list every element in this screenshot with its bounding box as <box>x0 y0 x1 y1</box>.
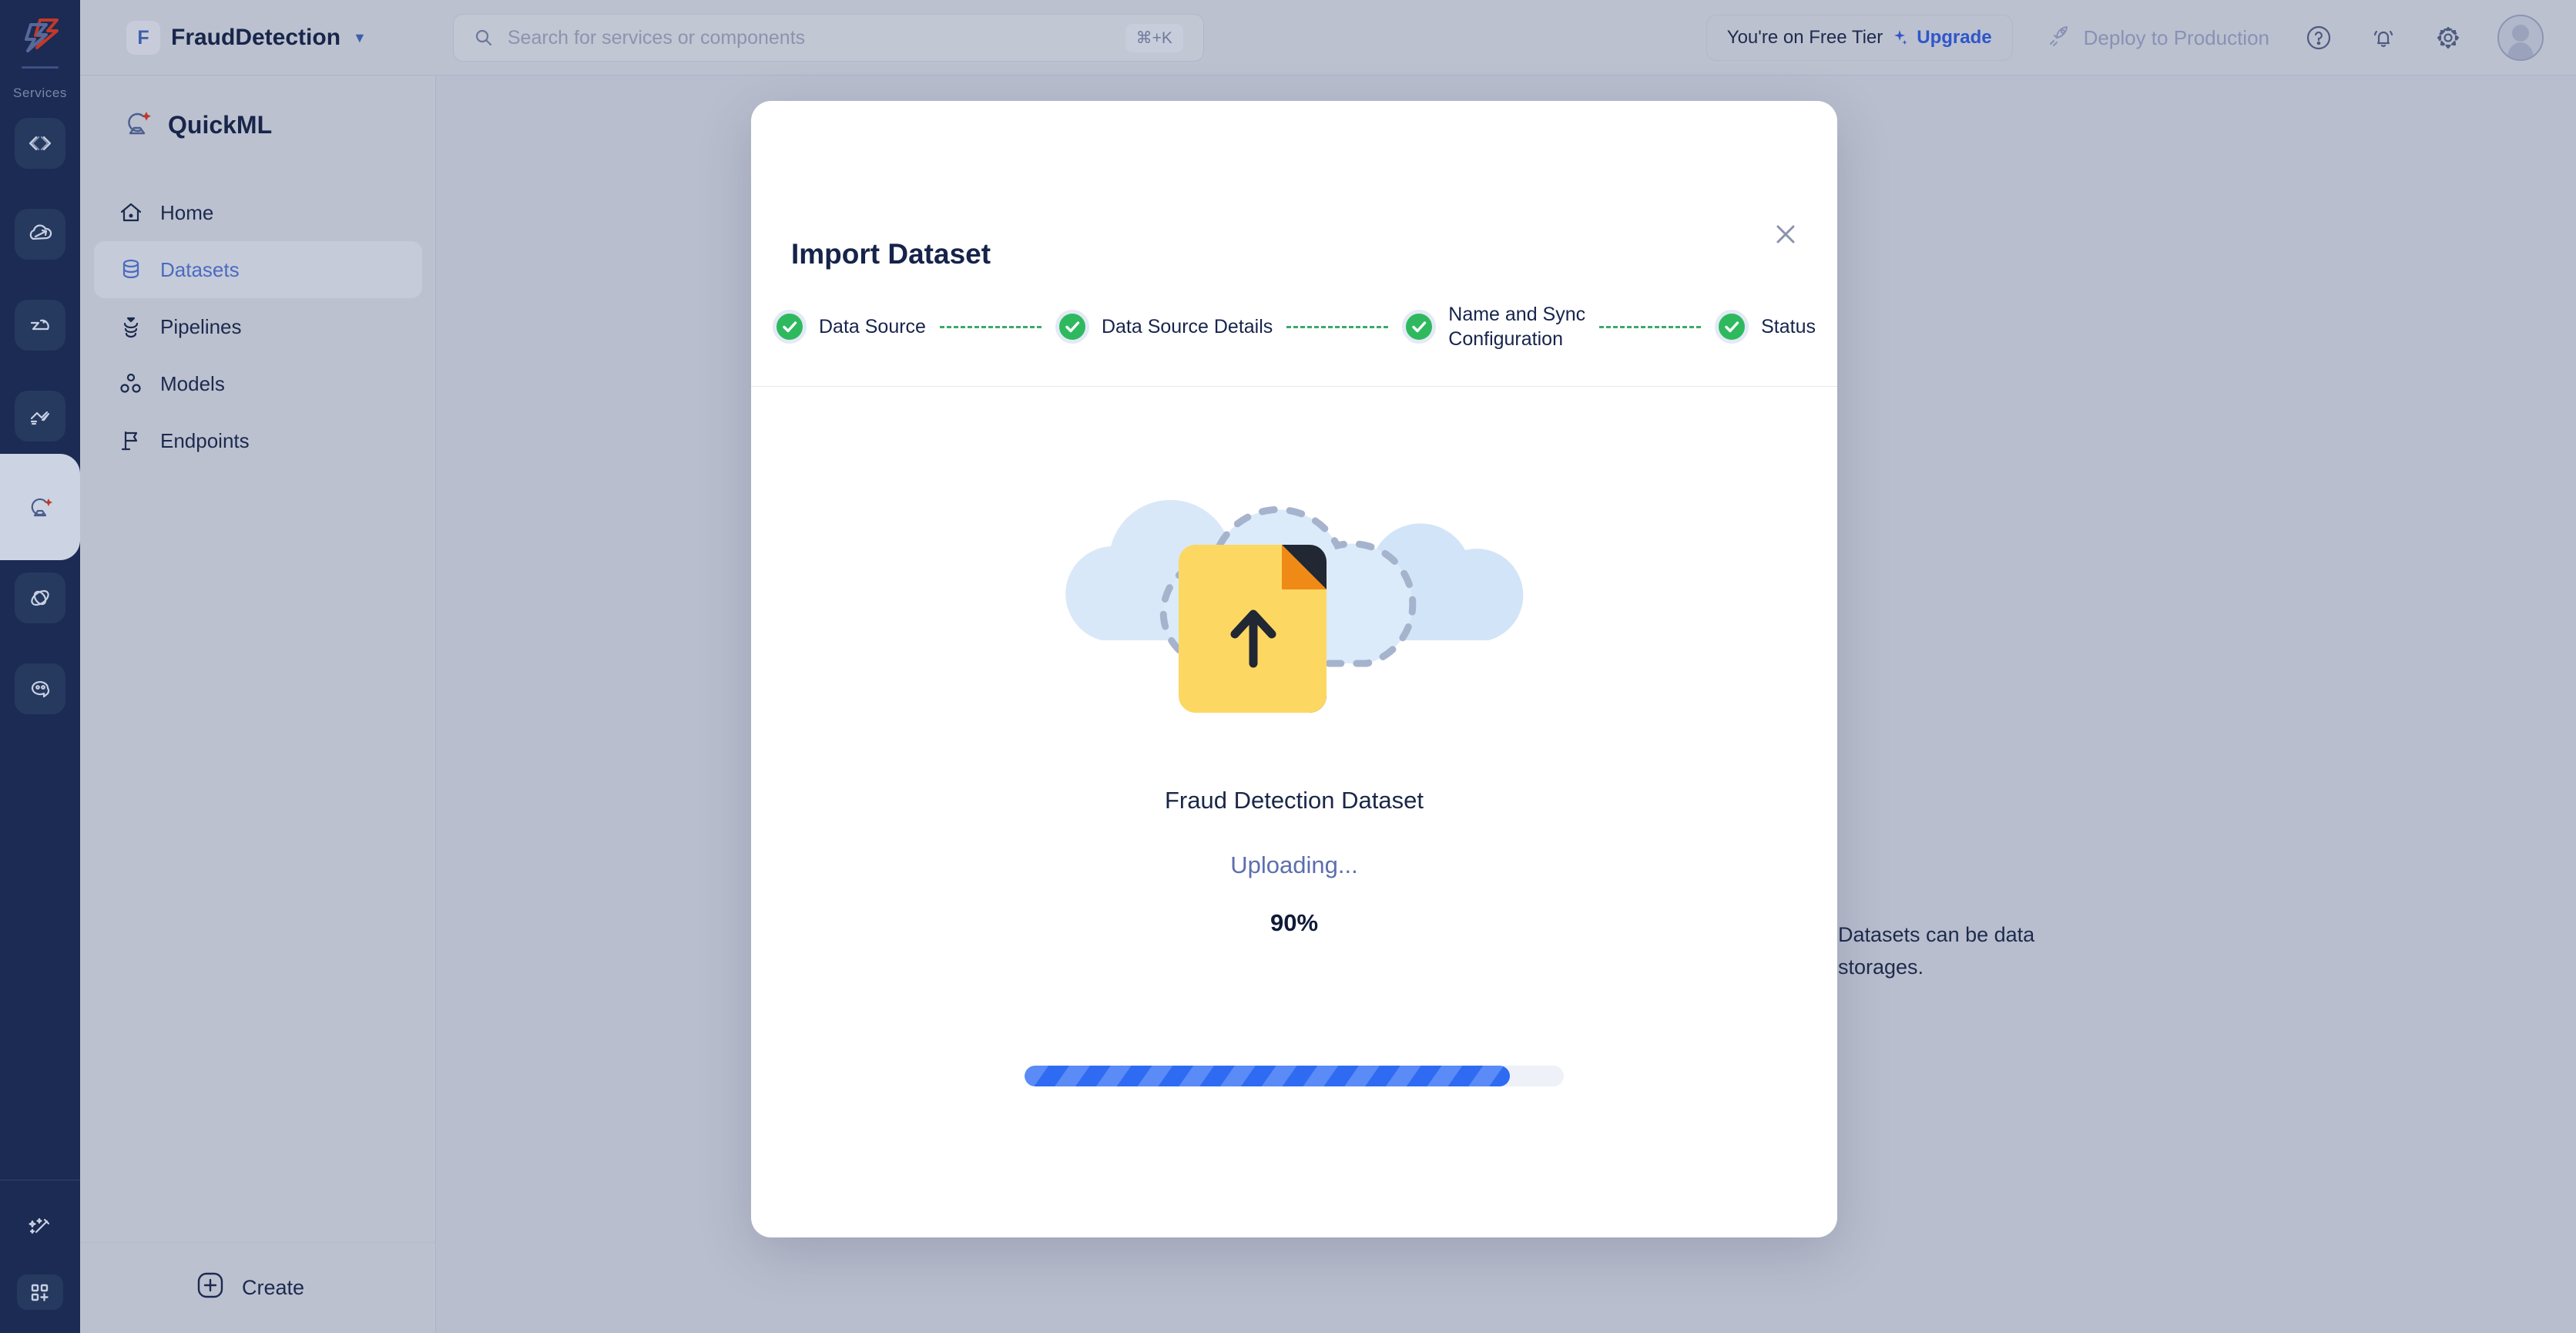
quickml-satellite-icon <box>120 106 154 144</box>
user-avatar[interactable] <box>2497 15 2544 61</box>
search-shortcut-hint: ⌘+K <box>1125 23 1183 52</box>
import-dataset-modal: Import Dataset Data Source Data Source D… <box>751 101 1837 1237</box>
datasets-hint-text: Datasets can be data storages. <box>1838 923 2035 979</box>
bell-icon[interactable] <box>2368 22 2399 53</box>
search-placeholder: Search for services or components <box>507 26 806 49</box>
check-circle-icon <box>1402 310 1437 344</box>
modal-divider <box>751 386 1837 387</box>
deploy-label: Deploy to Production <box>2083 25 2269 49</box>
check-circle-icon <box>1055 310 1089 344</box>
step-connector <box>1286 325 1389 328</box>
sparkle-icon <box>1890 29 1909 47</box>
modal-title: Import Dataset <box>791 238 991 270</box>
project-name: FraudDetection <box>171 25 341 50</box>
deploy-to-production-button[interactable]: Deploy to Production <box>2047 23 2269 53</box>
step-connector <box>1599 325 1702 328</box>
upload-percent: 90% <box>1270 909 1319 936</box>
sidebar-brand-name: QuickML <box>168 111 273 139</box>
check-circle-icon <box>1715 310 1749 344</box>
sidebar-item-models[interactable]: Models <box>94 355 422 412</box>
close-icon[interactable] <box>1768 217 1803 252</box>
service-quickml[interactable] <box>0 454 80 560</box>
app-root: Services F FraudDetection ▼ Search for s… <box>0 0 2576 1333</box>
tier-upgrade-chip[interactable]: You're on Free Tier Upgrade <box>1706 15 2013 61</box>
upload-progress-bar <box>1025 1066 1564 1086</box>
service-rail: Services <box>0 0 80 1333</box>
step-label: Data Source <box>819 316 926 337</box>
step-label: Name and Sync Configuration <box>1448 304 1586 350</box>
sidebar-item-label: Pipelines <box>160 314 242 338</box>
top-header: F FraudDetection ▼ Search for services o… <box>80 0 2576 76</box>
sidebar-item-label: Endpoints <box>160 428 250 452</box>
step-label: Status <box>1761 316 1816 337</box>
rail-section-label: Services <box>13 86 67 100</box>
tier-label: You're on Free Tier <box>1726 27 1883 48</box>
plus-circle-icon <box>196 1271 225 1305</box>
sidebar-item-home[interactable]: Home <box>94 184 422 241</box>
step-connector <box>939 325 1041 328</box>
help-icon[interactable] <box>2303 22 2334 53</box>
cloud-file-upload-illustration <box>1001 409 1587 740</box>
upgrade-link[interactable]: Upgrade <box>1917 27 1991 49</box>
rail-bottom-group <box>0 1180 80 1333</box>
gear-icon[interactable] <box>2433 22 2464 53</box>
sidebar-item-label: Datasets <box>160 257 240 281</box>
sidebar-item-datasets[interactable]: Datasets <box>94 241 422 298</box>
rocket-icon <box>2047 23 2071 53</box>
service-flow[interactable] <box>15 300 65 351</box>
check-circle-icon <box>773 310 807 344</box>
upload-status-text: Uploading... <box>1230 851 1358 878</box>
sidebar-item-label: Models <box>160 371 225 395</box>
search-icon <box>474 28 494 48</box>
product-sidebar: QuickML Home Datasets Pipelines Models E… <box>80 76 436 1333</box>
platform-logo-icon[interactable] <box>17 14 63 59</box>
service-cloud-deploy[interactable] <box>15 209 65 260</box>
service-link[interactable] <box>15 391 65 442</box>
import-stepper: Data Source Data Source Details Name and… <box>751 292 1837 361</box>
service-chat[interactable] <box>15 663 65 714</box>
project-initial-badge: F <box>126 21 160 55</box>
step-data-source-details[interactable]: Data Source Details <box>1055 310 1273 344</box>
step-status[interactable]: Status <box>1715 310 1816 344</box>
step-label: Data Source Details <box>1101 316 1273 337</box>
create-label: Create <box>242 1276 305 1299</box>
sidebar-item-pipelines[interactable]: Pipelines <box>94 298 422 355</box>
magic-wand-icon[interactable] <box>18 1207 62 1250</box>
create-button[interactable]: Create <box>80 1242 436 1333</box>
chevron-down-icon: ▼ <box>353 29 367 45</box>
sidebar-nav: Home Datasets Pipelines Models Endpoints <box>80 184 436 469</box>
rail-divider <box>22 66 59 69</box>
project-switcher[interactable]: F FraudDetection ▼ <box>126 21 367 55</box>
rail-icon-list <box>0 118 80 754</box>
sidebar-item-label: Home <box>160 200 214 224</box>
service-code[interactable] <box>15 118 65 169</box>
step-data-source[interactable]: Data Source <box>773 310 926 344</box>
upload-progress-fill <box>1025 1066 1510 1086</box>
header-actions: You're on Free Tier Upgrade Deploy to Pr… <box>1706 15 2544 61</box>
step-name-and-sync-configuration[interactable]: Name and Sync Configuration <box>1402 302 1585 351</box>
sidebar-item-endpoints[interactable]: Endpoints <box>94 412 422 469</box>
sidebar-brand: QuickML <box>120 106 436 144</box>
service-orbit[interactable] <box>15 572 65 623</box>
search-input[interactable]: Search for services or components ⌘+K <box>452 14 1204 62</box>
add-widget-icon[interactable] <box>17 1274 63 1310</box>
dataset-name: Fraud Detection Dataset <box>1164 787 1424 814</box>
